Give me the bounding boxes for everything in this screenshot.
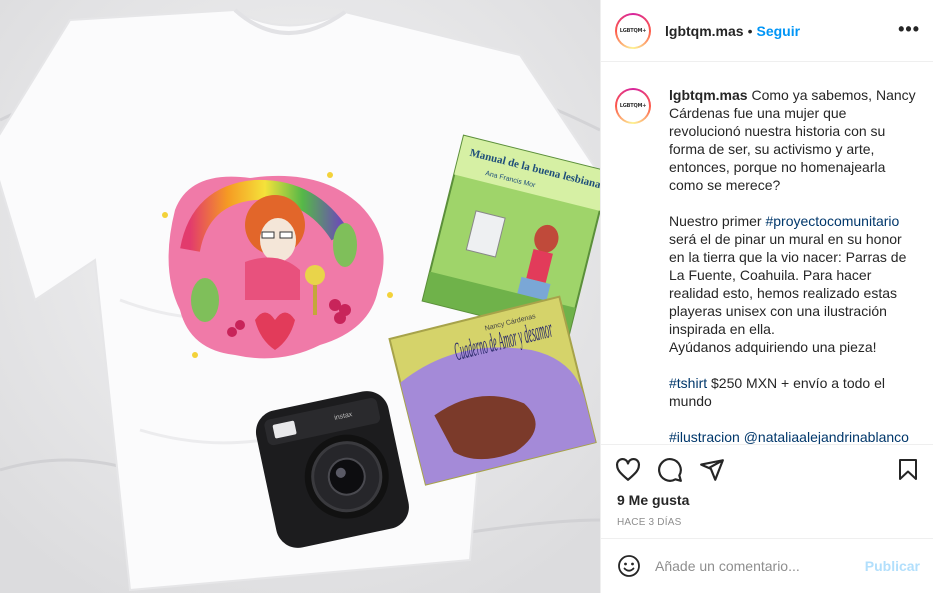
caption-area[interactable]: LGBTQM+ lgbtqm.mas Como ya sabemos, Nanc… — [601, 62, 933, 444]
avatar-logo-text: LGBTQM+ — [619, 27, 647, 34]
comment-bar: Publicar — [601, 538, 933, 593]
hashtag-link[interactable]: #proyectocomunitario — [765, 213, 899, 229]
caption-username[interactable]: lgbtqm.mas — [669, 87, 748, 103]
hashtag-link[interactable]: #ilustracion — [669, 429, 740, 444]
caption-avatar[interactable]: LGBTQM+ — [615, 88, 651, 124]
bookmark-icon[interactable] — [896, 457, 920, 483]
avatar[interactable]: LGBTQM+ — [615, 12, 651, 49]
comment-icon[interactable] — [657, 457, 683, 483]
caption-text: lgbtqm.mas Como ya sabemos, Nancy Cárden… — [669, 86, 919, 444]
instax-camera: instax — [255, 391, 409, 548]
post-timestamp[interactable]: HACE 3 DÍAS — [617, 517, 681, 528]
caption-paragraph-2c: Ayúdanos adquiriendo una pieza! — [669, 339, 877, 355]
post-panel: LGBTQM+ lgbtqm.mas • Seguir ••• LGBTQM+ … — [600, 0, 933, 593]
separator-dot: • — [747, 22, 753, 39]
caption-paragraph-2b: será el de pinar un mural en su honor en… — [669, 231, 907, 337]
like-count[interactable]: 9 Me gusta — [617, 492, 689, 508]
comment-input[interactable] — [655, 558, 850, 574]
mention-link[interactable]: @nataliaalejandrinablanco — [744, 429, 909, 444]
post-photo[interactable]: Manual de la buena lesbiana Ana Francis … — [0, 0, 600, 593]
publish-button[interactable]: Publicar — [865, 558, 920, 574]
emoji-icon[interactable] — [617, 554, 641, 578]
share-icon[interactable] — [699, 457, 725, 483]
photo-illustration: Manual de la buena lesbiana Ana Francis … — [0, 0, 600, 593]
header-username[interactable]: lgbtqm.mas — [665, 23, 744, 39]
caption-avatar-logo-text: LGBTQM+ — [619, 103, 647, 109]
more-options-icon[interactable]: ••• — [898, 19, 920, 40]
caption-paragraph-2a: Nuestro primer — [669, 213, 766, 229]
post-header: LGBTQM+ lgbtqm.mas • Seguir ••• — [601, 0, 933, 62]
follow-button[interactable]: Seguir — [756, 23, 800, 39]
hashtag-link[interactable]: #tshirt — [669, 375, 707, 391]
heart-icon[interactable] — [615, 457, 641, 483]
